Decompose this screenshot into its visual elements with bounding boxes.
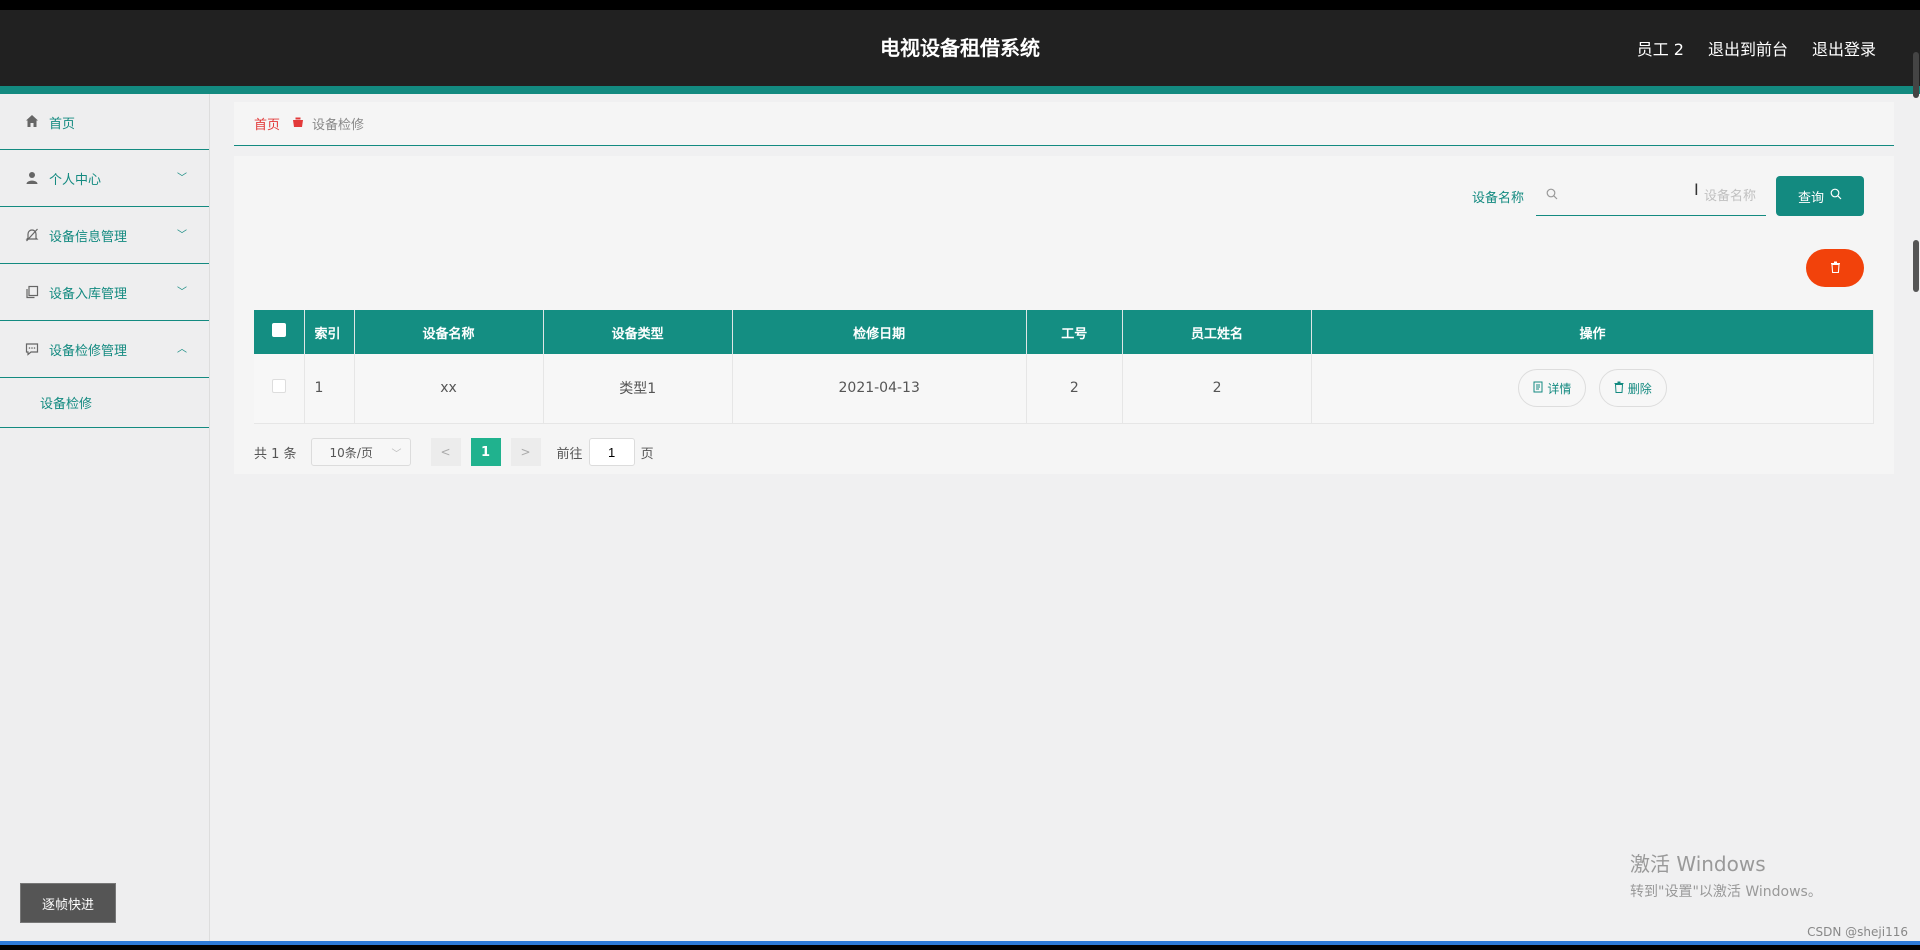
select-all-checkbox[interactable] [271, 323, 286, 337]
csdn-credit: CSDN @sheji116 [1807, 925, 1908, 939]
detail-button-label: 详情 [1547, 381, 1572, 396]
document-icon [1533, 381, 1543, 396]
taskbar-edge [0, 941, 1920, 945]
sidebar-item-device-info[interactable]: 设备信息管理 ﹀ [0, 207, 209, 264]
row-select-cell [254, 354, 305, 424]
query-button-label: 查询 [1797, 190, 1824, 206]
sidebar-item-label: 设备信息管理 [49, 229, 128, 245]
row-checkbox[interactable] [271, 379, 286, 394]
scrollbar-thumb[interactable] [1913, 240, 1919, 292]
watermark-line-2: 转到"设置"以激活 Windows。 [1630, 884, 1822, 900]
search-icon [1830, 188, 1842, 204]
header-links: 员工 2 退出到前台 退出登录 [1637, 36, 1876, 60]
sidebar-item-label: 个人中心 [49, 172, 102, 188]
app-screen: 电视设备租借系统 员工 2 退出到前台 退出登录 首页 个人中心 ﹀ 设备信息管… [0, 10, 1920, 941]
trash-icon [1614, 381, 1624, 396]
column-header-device-type: 设备类型 [543, 310, 733, 354]
sidebar-item-device-stock[interactable]: 设备入库管理 ﹀ [0, 264, 209, 321]
table-row: 1 xx 类型1 2021-04-13 2 2 详情 删除 [254, 354, 1874, 424]
goto-suffix: 页 [640, 446, 654, 462]
sidebar-item-label: 首页 [49, 117, 76, 132]
exit-to-frontend-link[interactable]: 退出到前台 [1708, 36, 1788, 60]
main-panel: 设备名称 查询 索引 [234, 156, 1894, 474]
top-header: 电视设备租借系统 员工 2 退出到前台 退出登录 [0, 10, 1920, 86]
chevron-down-icon: ﹀ [177, 287, 187, 298]
sidebar-item-device-repair[interactable]: 设备检修管理 ︿ [0, 321, 209, 378]
breadcrumb-home[interactable]: 首页 [254, 114, 280, 133]
chevron-up-icon: ︿ [177, 344, 187, 355]
next-page-button[interactable]: > [510, 438, 541, 466]
page-scrollbar[interactable] [1912, 40, 1920, 940]
column-header-actions: 操作 [1311, 310, 1874, 354]
user-name-link[interactable]: 员工 2 [1637, 36, 1684, 60]
chat-icon [24, 341, 40, 357]
goto-page: 前往 页 [557, 438, 654, 466]
select-all-cell [254, 310, 305, 354]
delete-button[interactable]: 删除 [1598, 369, 1667, 408]
pagination: 共 1 条 10条/页 ﹀ < 1 > 前往 页 [254, 438, 654, 466]
copy-icon [24, 284, 40, 300]
breadcrumb-separator-icon [292, 116, 304, 131]
header-accent-bar [0, 86, 1920, 94]
sidebar-item-personal-center[interactable]: 个人中心 ﹀ [0, 150, 209, 207]
cell-device-name: xx [354, 354, 544, 424]
table-header-row: 索引 设备名称 设备类型 检修日期 工号 员工姓名 操作 [254, 310, 1874, 354]
text-cursor-icon: I [1694, 180, 1699, 199]
device-name-input[interactable] [1566, 188, 1756, 203]
user-icon [24, 170, 40, 186]
cell-emp-name: 2 [1122, 354, 1313, 424]
column-header-index: 索引 [304, 310, 355, 354]
chevron-down-icon: ﹀ [177, 173, 187, 184]
search-icon [1546, 188, 1558, 204]
watermark-line-1: 激活 Windows [1630, 852, 1766, 876]
sidebar: 首页 个人中心 ﹀ 设备信息管理 ﹀ 设备入库管理 ﹀ 设备检修管理 ︿ 设备检… [0, 94, 210, 941]
detail-button[interactable]: 详情 [1518, 369, 1587, 408]
cell-index: 1 [304, 354, 355, 424]
pagination-total: 共 1 条 [254, 446, 297, 462]
search-form: 设备名称 查询 [1472, 176, 1864, 216]
search-box [1536, 176, 1766, 216]
goto-prefix: 前往 [556, 446, 583, 462]
cell-emp-no: 2 [1026, 354, 1124, 424]
breadcrumb: 首页 设备检修 [234, 102, 1894, 146]
column-header-emp-no: 工号 [1026, 310, 1124, 354]
cell-actions: 详情 删除 [1311, 354, 1874, 424]
batch-delete-button[interactable] [1806, 249, 1864, 287]
cell-repair-date: 2021-04-13 [732, 354, 1027, 424]
search-label: 设备名称 [1471, 190, 1524, 206]
sidebar-item-label: 设备入库管理 [49, 286, 128, 302]
query-button[interactable]: 查询 [1776, 176, 1864, 216]
chevron-down-icon: ﹀ [391, 448, 402, 460]
page-number-button[interactable]: 1 [470, 438, 501, 466]
logout-link[interactable]: 退出登录 [1812, 36, 1876, 60]
breadcrumb-current: 设备检修 [312, 118, 365, 133]
column-header-emp-name: 员工姓名 [1122, 310, 1313, 354]
goto-page-input[interactable] [588, 438, 635, 466]
sidebar-item-label: 设备检修管理 [49, 343, 128, 359]
scrollbar-cap [1913, 52, 1919, 98]
frame-forward-button[interactable]: 逐帧快进 [20, 883, 116, 923]
sidebar-item-home[interactable]: 首页 [0, 94, 209, 150]
app-title: 电视设备租借系统 [880, 36, 1040, 60]
cell-device-type: 类型1 [543, 354, 733, 424]
page-size-select[interactable]: 10条/页 ﹀ [310, 438, 411, 466]
submenu-device-repair[interactable]: 设备检修 [0, 378, 209, 428]
bell-off-icon [24, 227, 40, 243]
home-icon [24, 113, 40, 129]
page-size-value: 10条/页 [329, 445, 373, 460]
windows-activation-watermark: 激活 Windows 转到"设置"以激活 Windows。 [1630, 848, 1822, 901]
column-header-repair-date: 检修日期 [732, 310, 1027, 354]
chevron-down-icon: ﹀ [177, 230, 187, 241]
column-header-device-name: 设备名称 [354, 310, 544, 354]
delete-button-label: 删除 [1627, 381, 1652, 396]
prev-page-button[interactable]: < [430, 438, 461, 466]
trash-icon [1830, 261, 1841, 276]
repair-table: 索引 设备名称 设备类型 检修日期 工号 员工姓名 操作 1 xx 类型1 20… [254, 310, 1874, 424]
